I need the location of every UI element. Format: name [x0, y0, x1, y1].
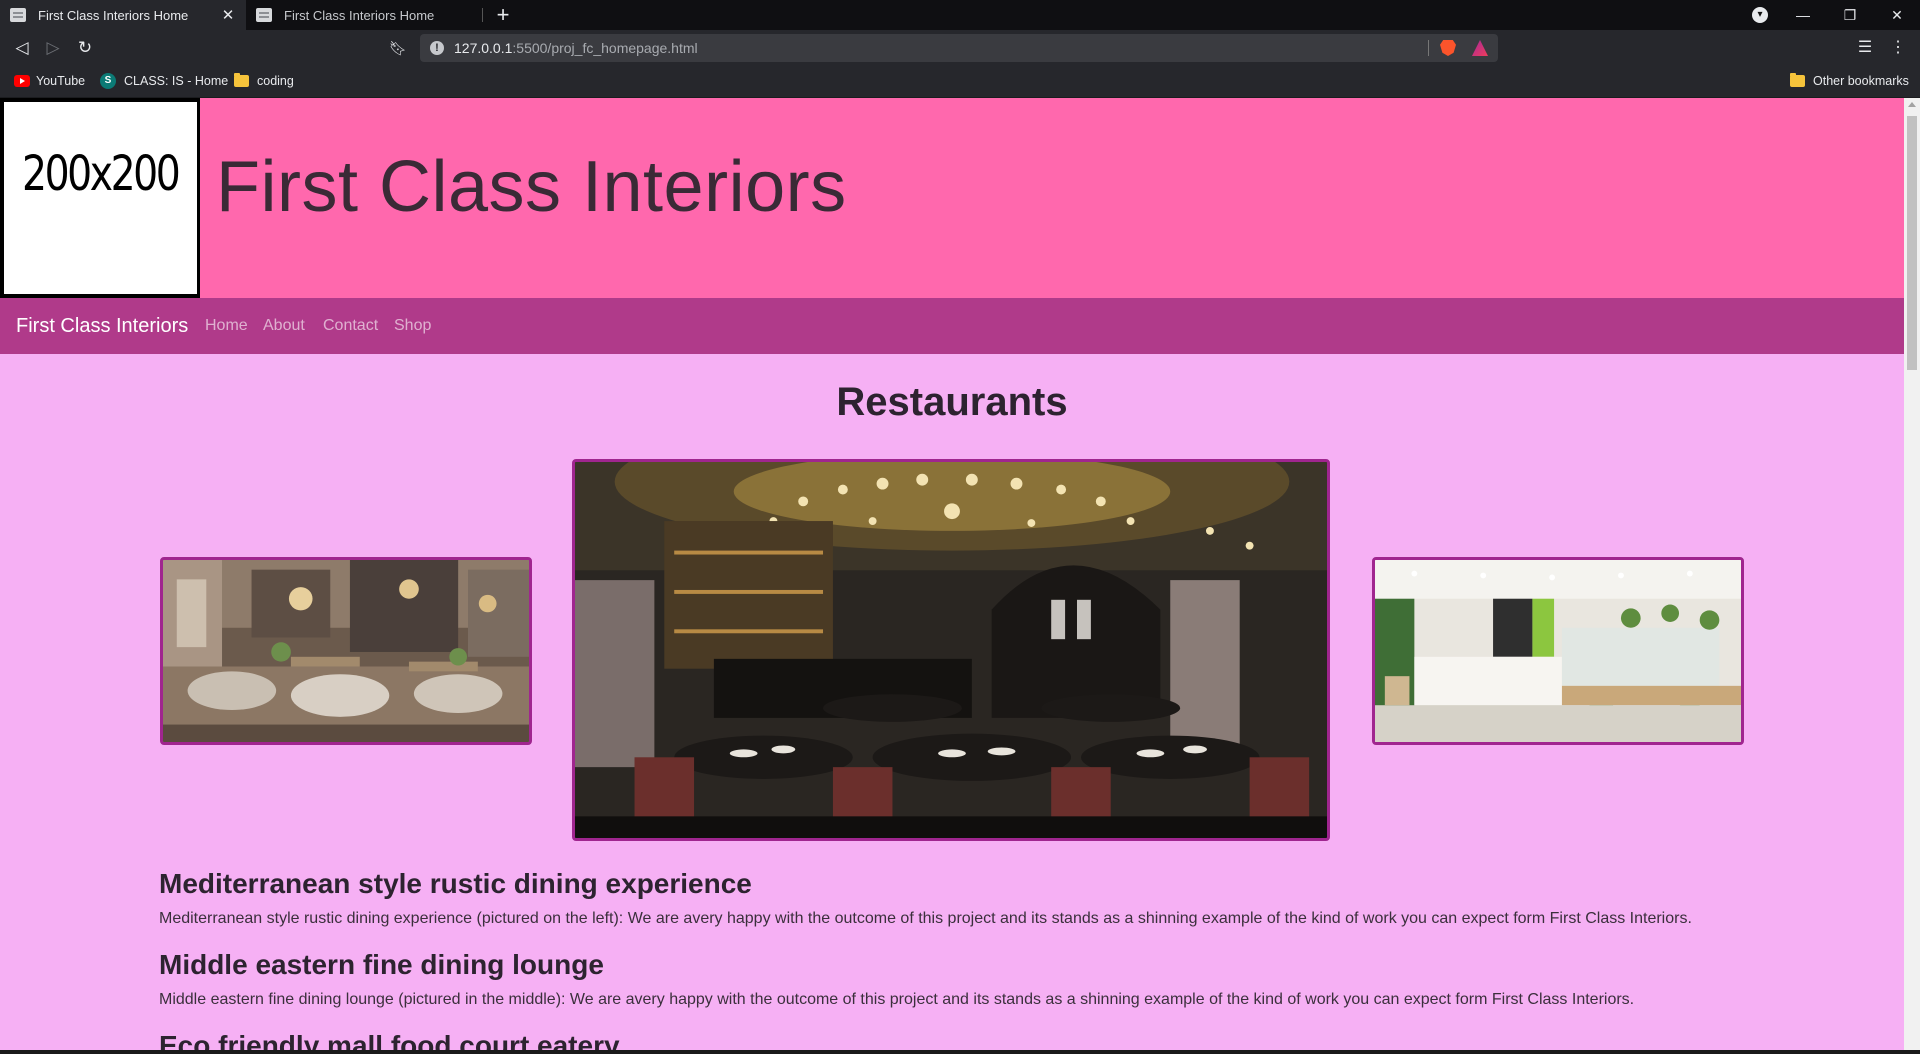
photo-middle-eastern-lounge [572, 459, 1330, 841]
class-icon: S [100, 73, 116, 89]
page-favicon-icon [10, 8, 26, 22]
logo-placeholder: 200x200 [0, 98, 200, 298]
bookmark-label: CLASS: IS - Home [124, 74, 229, 88]
logo-text: 200x200 [22, 146, 181, 202]
page-heading: Restaurants [836, 380, 1068, 424]
bookmark-label: Other bookmarks [1813, 74, 1909, 88]
site-title: First Class Interiors [216, 147, 847, 227]
forward-button[interactable]: ▷ [39, 34, 67, 62]
page-scrollbar[interactable] [1904, 98, 1920, 1054]
tab-search-icon[interactable]: ▾ [1752, 7, 1768, 23]
address-bar[interactable]: ! 127.0.0.1:5500/proj_fc_homepage.html [420, 34, 1498, 62]
close-window-button[interactable]: ✕ [1874, 0, 1920, 30]
back-button[interactable]: ◁ [8, 34, 36, 62]
nav-link-shop[interactable]: Shop [394, 298, 431, 354]
reading-list-icon[interactable]: ☰ [1851, 34, 1879, 62]
bookmark-label: coding [257, 74, 294, 88]
page-viewport: 200x200 First Class Interiors First Clas… [0, 98, 1904, 1054]
tab-divider [482, 8, 483, 22]
restore-button[interactable]: ❐ [1827, 0, 1873, 30]
menu-icon[interactable]: ⋮ [1884, 34, 1912, 62]
folder-icon [1790, 73, 1805, 87]
bookmark-page-icon[interactable]: 🔖︎ [384, 34, 412, 62]
tab-title: First Class Interiors Home [284, 7, 435, 23]
url-text: 127.0.0.1:5500/proj_fc_homepage.html [454, 40, 698, 56]
bookmark-youtube[interactable]: YouTube [14, 66, 85, 96]
nav-link-contact[interactable]: Contact [323, 298, 378, 354]
minimize-button[interactable]: — [1780, 0, 1826, 30]
tab-inactive[interactable]: First Class Interiors Home [246, 0, 482, 30]
folder-icon [234, 73, 249, 87]
reload-button[interactable]: ↻ [71, 34, 99, 62]
tab-title: First Class Interiors Home [38, 7, 189, 23]
youtube-icon [14, 75, 30, 87]
site-navbar: First Class Interiors Home About Contact… [0, 298, 1904, 354]
project-title-lounge: Middle eastern fine dining lounge [159, 949, 604, 980]
scroll-up-icon[interactable] [1908, 102, 1916, 107]
tab-strip: First Class Interiors Home ✕ First Class… [0, 0, 1920, 30]
brave-rewards-icon[interactable] [1472, 40, 1488, 56]
page-favicon-icon [256, 8, 272, 22]
other-bookmarks[interactable]: Other bookmarks [1790, 66, 1909, 96]
close-tab-icon[interactable]: ✕ [220, 6, 236, 24]
scrollbar-thumb[interactable] [1907, 116, 1917, 370]
browser-toolbar: ◁ ▷ ↻ 🔖︎ ! 127.0.0.1:5500/proj_fc_homepa… [0, 30, 1920, 66]
site-info-icon[interactable]: ! [430, 41, 444, 55]
bookmarks-bar: YouTube S CLASS: IS - Home coding Other … [0, 66, 1920, 98]
project-desc-rustic: Mediterranean style rustic dining experi… [159, 910, 1692, 927]
project-title-rustic: Mediterranean style rustic dining experi… [159, 868, 752, 899]
bookmark-class[interactable]: S CLASS: IS - Home [100, 66, 228, 96]
taskbar-edge [0, 1050, 1920, 1054]
photo-rustic-dining [160, 557, 532, 745]
photo-eco-food-court [1372, 557, 1744, 745]
bookmark-label: YouTube [36, 74, 86, 88]
nav-link-about[interactable]: About [263, 298, 305, 354]
nav-link-home[interactable]: Home [205, 298, 248, 354]
bookmark-coding-folder[interactable]: coding [234, 66, 294, 96]
new-tab-button[interactable]: + [490, 2, 516, 28]
address-divider [1428, 40, 1429, 56]
navbar-brand[interactable]: First Class Interiors [16, 298, 188, 354]
site-header: 200x200 First Class Interiors [0, 98, 1904, 298]
project-desc-lounge: Middle eastern fine dining lounge (pictu… [159, 991, 1635, 1008]
brave-shields-icon[interactable] [1440, 40, 1456, 56]
tab-active[interactable]: First Class Interiors Home ✕ [0, 0, 246, 30]
